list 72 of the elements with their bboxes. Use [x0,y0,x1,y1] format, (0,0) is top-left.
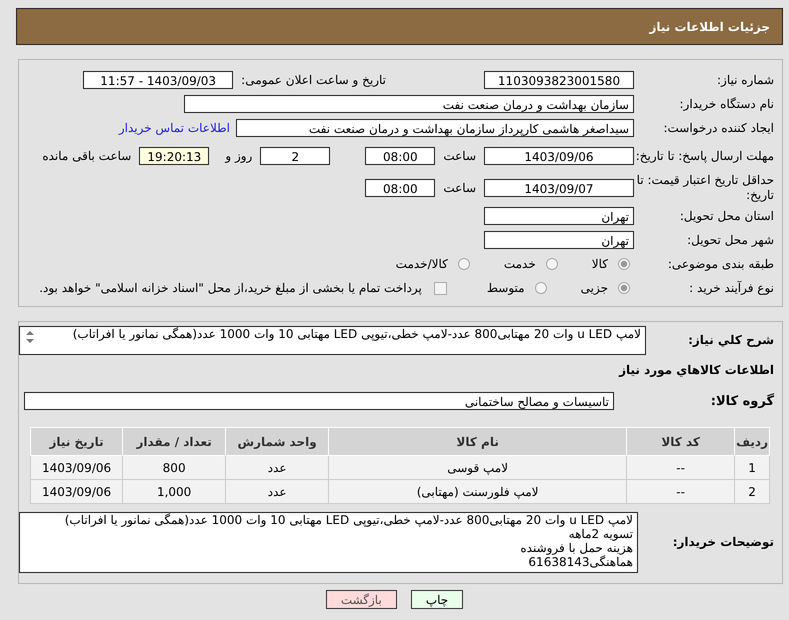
table-cell: -- [626,480,735,504]
field-label: مهلت ارسال پاسخ: تا تاریخ: [634,148,775,164]
radio-label: کالا [592,257,608,271]
notes-line: تسویه 2ماهه [568,527,633,541]
column-header: واحد شمارش [226,428,329,456]
province-field: تهران [484,207,634,225]
notes-line: هماهنگی61638143 [527,555,633,569]
time-label: ساعت [442,149,477,163]
table-cell: لامپ قوسی [328,456,627,480]
page-title: جزئیات اطلاعات نیاز [649,20,770,34]
field-label: نام دستگاه خریدار: [678,96,775,112]
radio-button[interactable] [458,258,470,270]
field-label: طبقه بندی موضوعی: [666,256,775,272]
table-cell: 1 [734,456,770,480]
description-text: لامپ u LED وات 20 مهتابی800 عدد-لامپ خطی،تیوپی LED مهتابی 10 وات 1000 عدد(همگی نمانور یا افراتاب) [72,327,641,341]
time-label: ساعت [442,181,477,195]
deadline-date-field: 1403/09/06 [484,147,634,165]
need-number-field: 1103093823001580 [484,71,634,89]
remaining-label: ساعت باقی مانده [41,149,132,163]
validity-date-field: 1403/09/07 [484,179,634,197]
table-cell: 1403/09/06 [30,480,123,504]
table-cell: 1403/09/06 [30,456,123,480]
radio-button[interactable] [534,282,547,294]
radio-button[interactable] [618,282,630,294]
deadline-time-field: 08:00 [365,147,436,165]
column-header: ردیف [734,428,770,456]
field-label: گروه کالا: [710,394,775,408]
table-cell: عدد [226,480,329,504]
section-title: اطلاعات کالاهاي مورد نیاز [618,362,775,377]
table-cell: لامپ فلورسنت (مهتابی) [328,480,627,504]
radio-label: متوسط [486,281,525,295]
field-label: استان محل تحویل: [678,208,775,224]
days-label: روز و [224,149,254,163]
back-button[interactable]: بازگشت [326,590,397,609]
validity-time-field: 08:00 [365,179,436,197]
buyer-org-field: سازمان بهداشت و درمان صنعت نفت [184,95,634,113]
field-label: نوع فرآیند خرید : [688,280,775,296]
field-label: ایجاد کننده درخواست: [662,120,775,136]
buyer-notes-textarea[interactable]: لامپ u LED وات 20 مهتابی800 عدد-لامپ خطی،تیوپی LED مهتابی 10 وات 1000 عدد(همگی نمانور یا افراتاب) تسویه 2ماهه هزینه حمل با فروشنده هماهنگی61638143 [19,512,638,573]
radio-button[interactable] [618,258,630,270]
radio-button[interactable] [546,258,558,270]
field-label: شهر محل تحویل: [686,232,775,248]
column-header: کد کالا [626,428,735,456]
radio-label: جزیی [580,281,608,295]
description-textarea[interactable]: لامپ u LED وات 20 مهتابی800 عدد-لامپ خطی،تیوپی LED مهتابی 10 وات 1000 عدد(همگی نمانور یا افراتاب) [19,326,646,355]
checkbox[interactable] [434,282,447,294]
field-label: شماره نیاز: [716,72,775,88]
table-cell: -- [626,456,735,480]
table-cell: عدد [226,456,329,480]
table-cell: 800 [122,456,226,480]
remaining-time-field: 19:20:13 [139,147,210,165]
field-label: حداقل تاریخ اعتبار قیمت: تا تاریخ: [636,173,775,203]
table-cell: 2 [734,480,770,504]
radio-label: کالا/خدمت [396,257,448,271]
requester-field: سیداصغر هاشمی کارپرداز سازمان بهداشت و درمان صنعت نفت [236,119,634,137]
column-header: نام کالا [328,428,627,456]
field-label: توضیحات خریدار: [672,535,775,550]
field-label: تاریخ و ساعت اعلان عمومی: [240,73,387,87]
city-field: تهران [484,231,634,249]
days-field: 2 [260,147,330,165]
goods-group-field: تاسیسات و مصالح ساختمانی [24,392,614,410]
column-header: تعداد / مقدار [122,428,226,456]
column-header: تاریخ نیاز [30,428,123,456]
notes-line: لامپ u LED وات 20 مهتابی800 عدد-لامپ خطی،تیوپی LED مهتابی 10 وات 1000 عدد(همگی نمانور یا افراتاب) [64,513,633,527]
print-button[interactable]: چاپ [410,590,464,609]
scroll-arrows-icon[interactable] [24,329,36,345]
notes-line: هزینه حمل با فروشنده [519,541,633,555]
table-cell: 1,000 [122,480,226,504]
buyer-contact-link[interactable]: اطلاعات تماس خریدار [118,121,236,135]
checkbox-label: پرداخت تمام یا بخشی از مبلغ خرید،از محل "اسناد خزانه اسلامی" خواهد بود. [38,281,423,295]
radio-label: خدمت [504,257,536,271]
announce-date-field: 1403/09/03 - 11:57 [83,71,234,89]
